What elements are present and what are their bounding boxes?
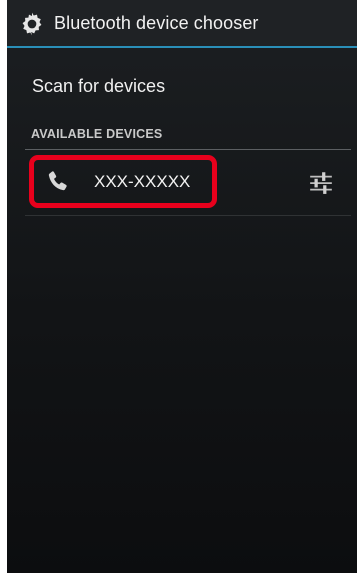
row-divider — [25, 215, 351, 216]
scan-for-devices-button[interactable]: Scan for devices — [32, 76, 165, 97]
dialog-title: Bluetooth device chooser — [54, 13, 259, 33]
gear-icon — [22, 12, 42, 36]
title-bar: Bluetooth device chooser — [7, 0, 357, 48]
section-divider — [25, 149, 351, 150]
available-devices-header: AVAILABLE DEVICES — [31, 127, 163, 141]
highlight-annotation — [29, 155, 217, 208]
bluetooth-chooser-screen: Bluetooth device chooser Scan for device… — [7, 0, 357, 573]
device-settings-icon[interactable] — [308, 169, 334, 195]
